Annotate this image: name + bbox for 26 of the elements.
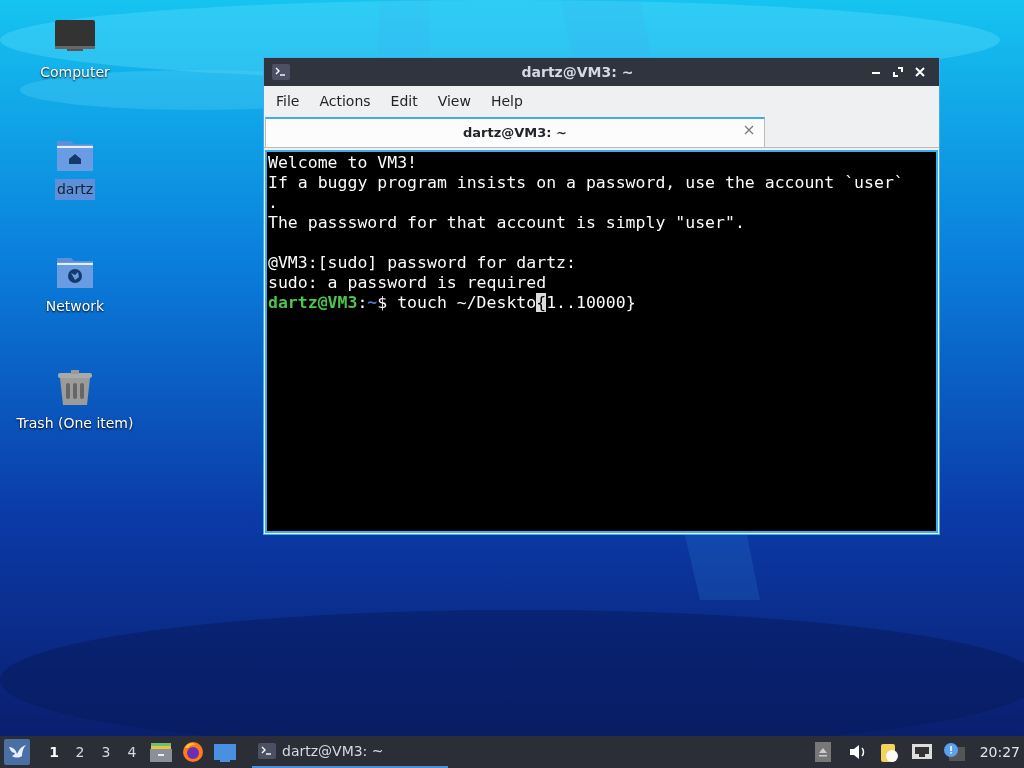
taskbar-task[interactable]: dartz@VM3: ~ — [252, 736, 448, 768]
maximize-icon[interactable] — [893, 67, 903, 77]
icon-label[interactable]: Network — [43, 296, 107, 317]
menu-item[interactable]: File — [266, 90, 310, 112]
menu-item[interactable]: Help — [480, 90, 533, 112]
clock[interactable]: 20:27 — [979, 741, 1020, 763]
icon-label[interactable]: Trash (One item) — [14, 413, 136, 434]
file-cabinet-icon[interactable] — [149, 740, 173, 764]
window-title: dartz@VM3: ~ — [520, 62, 635, 82]
terminal-output: Welcome to VM3! If a buggy program insists on a password, use the account `user` . The passsword for that account is simply "user". @VM3:[sudo] password for dartz: sudo: a password is required dartz@VM3:~$ touch ~/Deskto{1..10000} — [265, 150, 938, 533]
workspace-button[interactable]: 1 — [42, 741, 66, 763]
menu-item[interactable]: Edit — [380, 90, 428, 112]
menu-item[interactable]: Actions — [309, 90, 381, 112]
notification-icon[interactable] — [942, 741, 967, 763]
close-tab-icon[interactable] — [744, 125, 754, 135]
icon-label[interactable]: dartz — [54, 179, 96, 200]
terminal-icon — [258, 743, 276, 759]
workspace-button[interactable]: 3 — [94, 741, 118, 763]
workspace-button[interactable]: 4 — [120, 741, 144, 763]
terminal-icon — [272, 64, 290, 80]
workspace-button[interactable]: 2 — [68, 741, 92, 763]
start-menu-button[interactable] — [4, 739, 30, 765]
tab[interactable]: dartz@VM3: ~ — [265, 117, 765, 147]
menu-item[interactable]: View — [427, 90, 481, 112]
browser-icon[interactable] — [181, 740, 205, 764]
close-icon[interactable] — [915, 67, 925, 77]
